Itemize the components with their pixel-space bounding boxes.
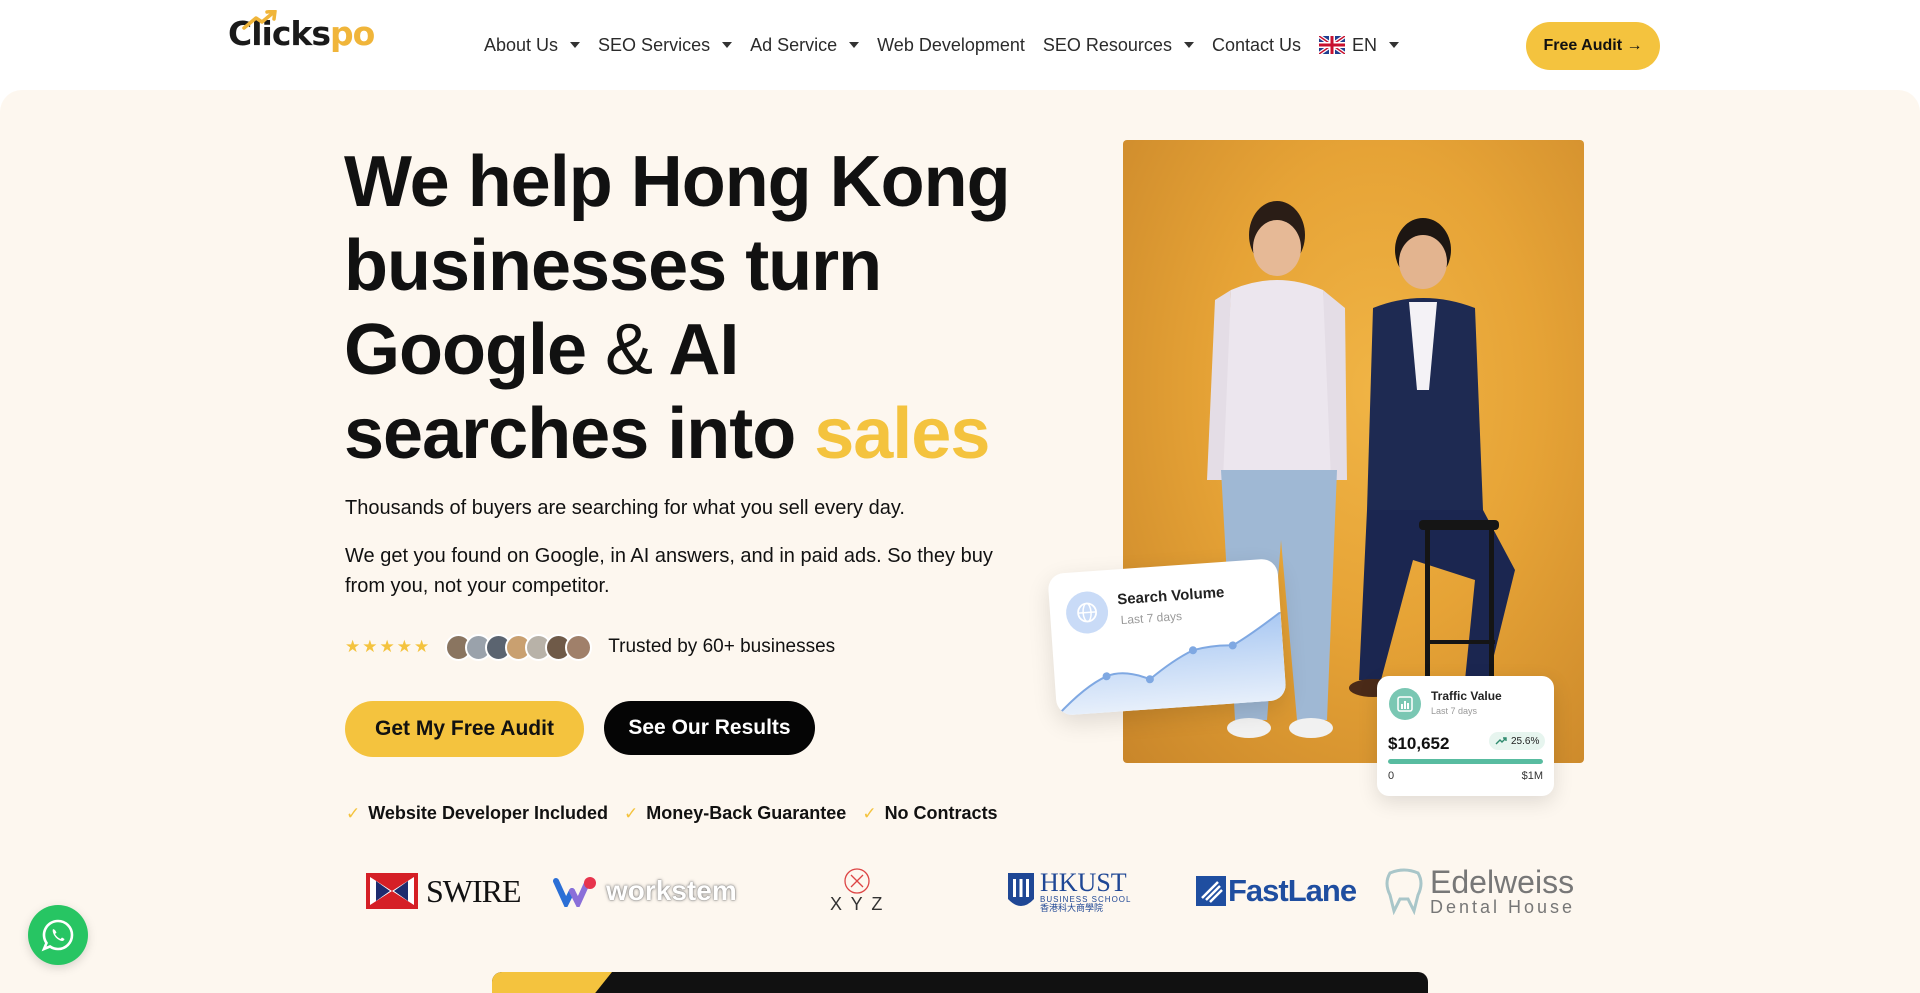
check-icon: ✓	[862, 803, 877, 823]
traffic-value-card: Traffic Value Last 7 days $10,652 25.6% …	[1377, 676, 1554, 796]
guarantee-list: ✓ Website Developer Included ✓ Money-Back …	[346, 803, 1014, 824]
check-icon: ✓	[623, 803, 639, 823]
nav-item-about-us[interactable]: About Us	[484, 34, 581, 56]
free-audit-button[interactable]: Free Audit →	[1526, 22, 1660, 70]
whatsapp-chat-button[interactable]	[28, 905, 88, 965]
nav-label: Contact Us	[1211, 34, 1301, 55]
nav-item-web-development[interactable]: Web Development	[877, 35, 1025, 56]
hero-subtext-1: Thousands of buyers are searching for wh…	[345, 497, 905, 519]
search-card-title: Search Volume	[1116, 583, 1225, 609]
workstem-logo: workstem	[552, 862, 737, 920]
main-nav: About Us SEO Services Ad Service Web Dev…	[484, 30, 1417, 60]
avatar	[565, 633, 593, 661]
nav-label: Web Development	[877, 34, 1025, 55]
chevron-down-icon	[722, 42, 733, 48]
next-section-preview	[492, 972, 1428, 993]
guarantee-item: ✓ Website Developer Included	[346, 803, 608, 823]
check-icon: ✓	[346, 803, 361, 823]
trust-text: Trusted by 60+ businesses	[608, 636, 836, 657]
rating-stars: ★ ★ ★ ★ ★	[345, 637, 431, 657]
traffic-card-subtitle: Last 7 days	[1431, 706, 1478, 716]
range-max-label: $1M	[1521, 770, 1543, 782]
star-icon: ★	[396, 637, 412, 656]
bar-chart-icon	[1389, 688, 1421, 720]
hero-headline: We help Hong Kong businesses turn Google…	[344, 142, 1011, 474]
chevron-down-icon	[1183, 42, 1194, 48]
get-free-audit-button[interactable]: Get My Free Audit	[345, 701, 584, 757]
nav-label: SEO Resources	[1042, 34, 1172, 55]
nav-item-seo-resources[interactable]: SEO Resources	[1043, 35, 1194, 56]
star-icon: ★	[379, 637, 395, 656]
nav-item-contact-us[interactable]: Contact Us	[1212, 35, 1301, 56]
search-volume-card: Search Volume Last 7 days	[1047, 558, 1287, 716]
clickspo-logo[interactable]: Clickspo	[228, 10, 375, 58]
nav-label: SEO Services	[598, 34, 711, 55]
site-header: Clickspo About Us SEO Services Ad Servic…	[0, 0, 1920, 90]
client-logos: SWIRE workstem X Y Z HKUST BUSINESS SCHO…	[366, 862, 1588, 920]
nav-label: Ad Service	[750, 34, 838, 55]
edelweiss-logo: Edelweiss Dental House	[1382, 862, 1575, 920]
uk-flag-icon	[1319, 36, 1345, 54]
star-icon: ★	[414, 637, 430, 656]
language-label: EN	[1352, 34, 1378, 55]
swire-logo: SWIRE	[366, 862, 522, 920]
search-volume-graph	[1056, 612, 1287, 716]
traffic-value: $10,652	[1388, 734, 1450, 753]
customer-avatars	[445, 633, 593, 661]
star-icon: ★	[345, 637, 361, 656]
chevron-down-icon	[1389, 42, 1400, 48]
star-icon: ★	[362, 637, 378, 656]
logo-arrow-icon	[242, 10, 277, 30]
nav-item-seo-services[interactable]: SEO Services	[598, 34, 733, 56]
trust-row: ★ ★ ★ ★ ★ Trusted by 60+ businesses	[345, 632, 835, 662]
traffic-progress-bar	[1388, 759, 1543, 764]
hero-subtext-2: We get you found on Google, in AI answer…	[345, 545, 993, 597]
nav-item-ad-service[interactable]: Ad Service	[750, 34, 860, 56]
nav-label: About Us	[484, 34, 559, 55]
guarantee-item: ✓ No Contracts	[862, 803, 998, 823]
chevron-down-icon	[849, 42, 860, 48]
xyz-logo: X Y Z	[830, 862, 884, 920]
fastlane-logo: FastLane	[1196, 862, 1357, 920]
hkust-logo: HKUST BUSINESS SCHOOL 香港科大商學院	[1006, 862, 1131, 920]
guarantee-item: ✓ Money-Back Guarantee	[623, 803, 847, 823]
traffic-progress-fill	[1388, 759, 1543, 764]
language-selector[interactable]: EN	[1319, 34, 1400, 56]
traffic-card-title: Traffic Value	[1431, 689, 1502, 703]
traffic-change-badge: 25.6%	[1489, 732, 1546, 750]
chevron-down-icon	[570, 42, 581, 48]
range-min-label: 0	[1388, 770, 1395, 782]
see-results-button[interactable]: See Our Results	[604, 701, 815, 755]
whatsapp-icon	[41, 919, 74, 952]
trend-up-icon	[1495, 737, 1507, 745]
